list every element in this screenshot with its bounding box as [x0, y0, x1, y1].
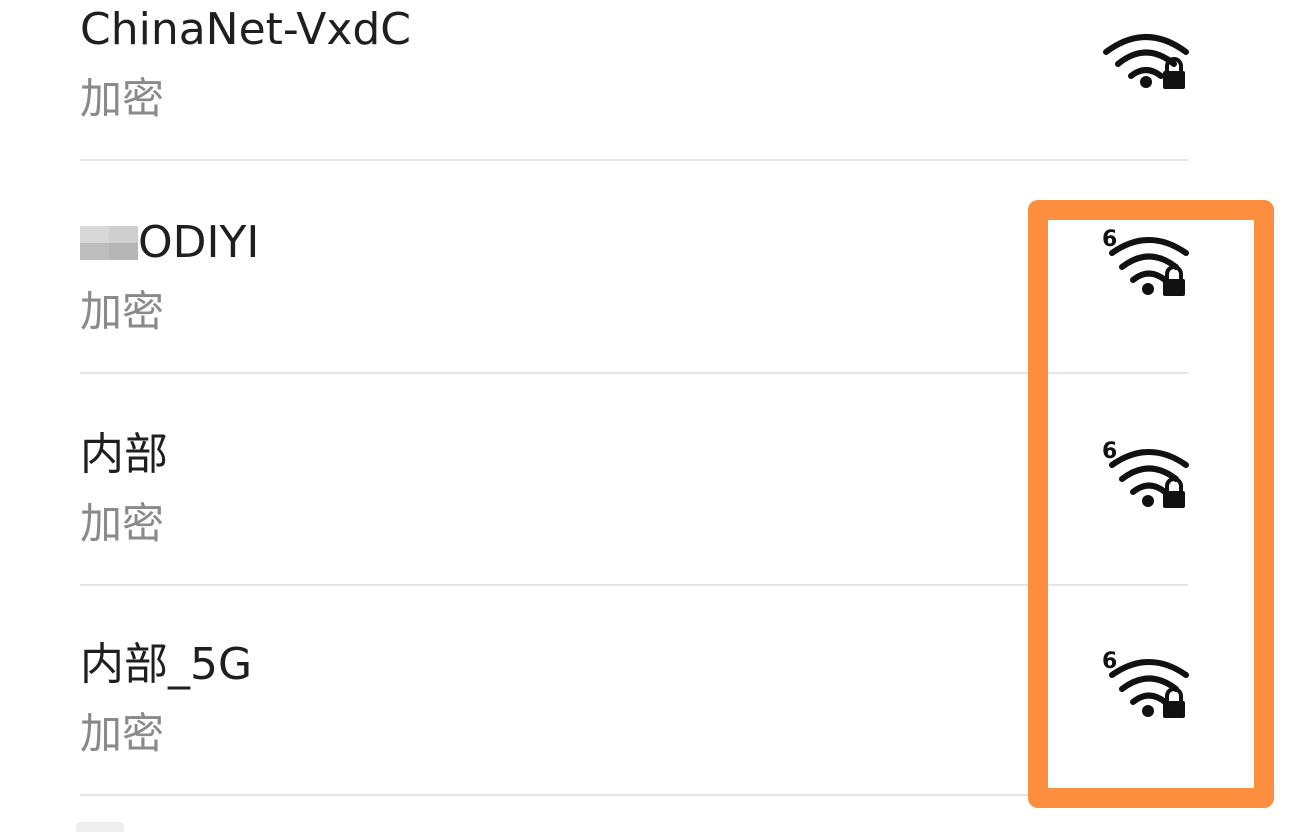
- wifi-network-name: ChinaNet-VxdC: [80, 4, 412, 55]
- wifi-network-item[interactable]: ODIYI 加密 6: [0, 163, 1294, 374]
- wifi-settings-screen: ChinaNet-VxdC 加密 ODIYI 加密 6 内部 加密 6 内部_5…: [0, 0, 1294, 832]
- wifi-network-name: ODIYI: [80, 215, 259, 271]
- wifi-lock-icon: [1103, 34, 1189, 89]
- wifi6-lock-icon: [1109, 449, 1189, 508]
- next-list-item-hint: [76, 822, 124, 832]
- wifi-network-item[interactable]: 内部 加密 6: [0, 375, 1294, 586]
- wifi-security-status: 加密: [80, 709, 165, 758]
- wifi-network-list: ChinaNet-VxdC 加密 ODIYI 加密 6 内部 加密 6 内部_5…: [0, 0, 1294, 832]
- wifi-security-status: 加密: [80, 499, 165, 548]
- list-divider: [80, 794, 1188, 796]
- list-divider: [80, 372, 1188, 374]
- wifi6-lock-icon: [1109, 237, 1189, 296]
- wifi-security-status: 加密: [80, 74, 165, 123]
- wifi-network-item[interactable]: 内部_5G 加密 6: [0, 585, 1294, 796]
- wifi6-lock-icon: [1109, 659, 1189, 718]
- wifi-network-name: 内部: [80, 429, 168, 480]
- wifi-network-name-text: ODIYI: [138, 217, 260, 268]
- blurred-ssid-prefix: [80, 226, 138, 260]
- wifi-network-name: 内部_5G: [80, 639, 253, 690]
- list-divider: [80, 159, 1188, 161]
- wifi-network-item[interactable]: ChinaNet-VxdC 加密: [0, 0, 1294, 161]
- wifi-security-status: 加密: [80, 287, 165, 336]
